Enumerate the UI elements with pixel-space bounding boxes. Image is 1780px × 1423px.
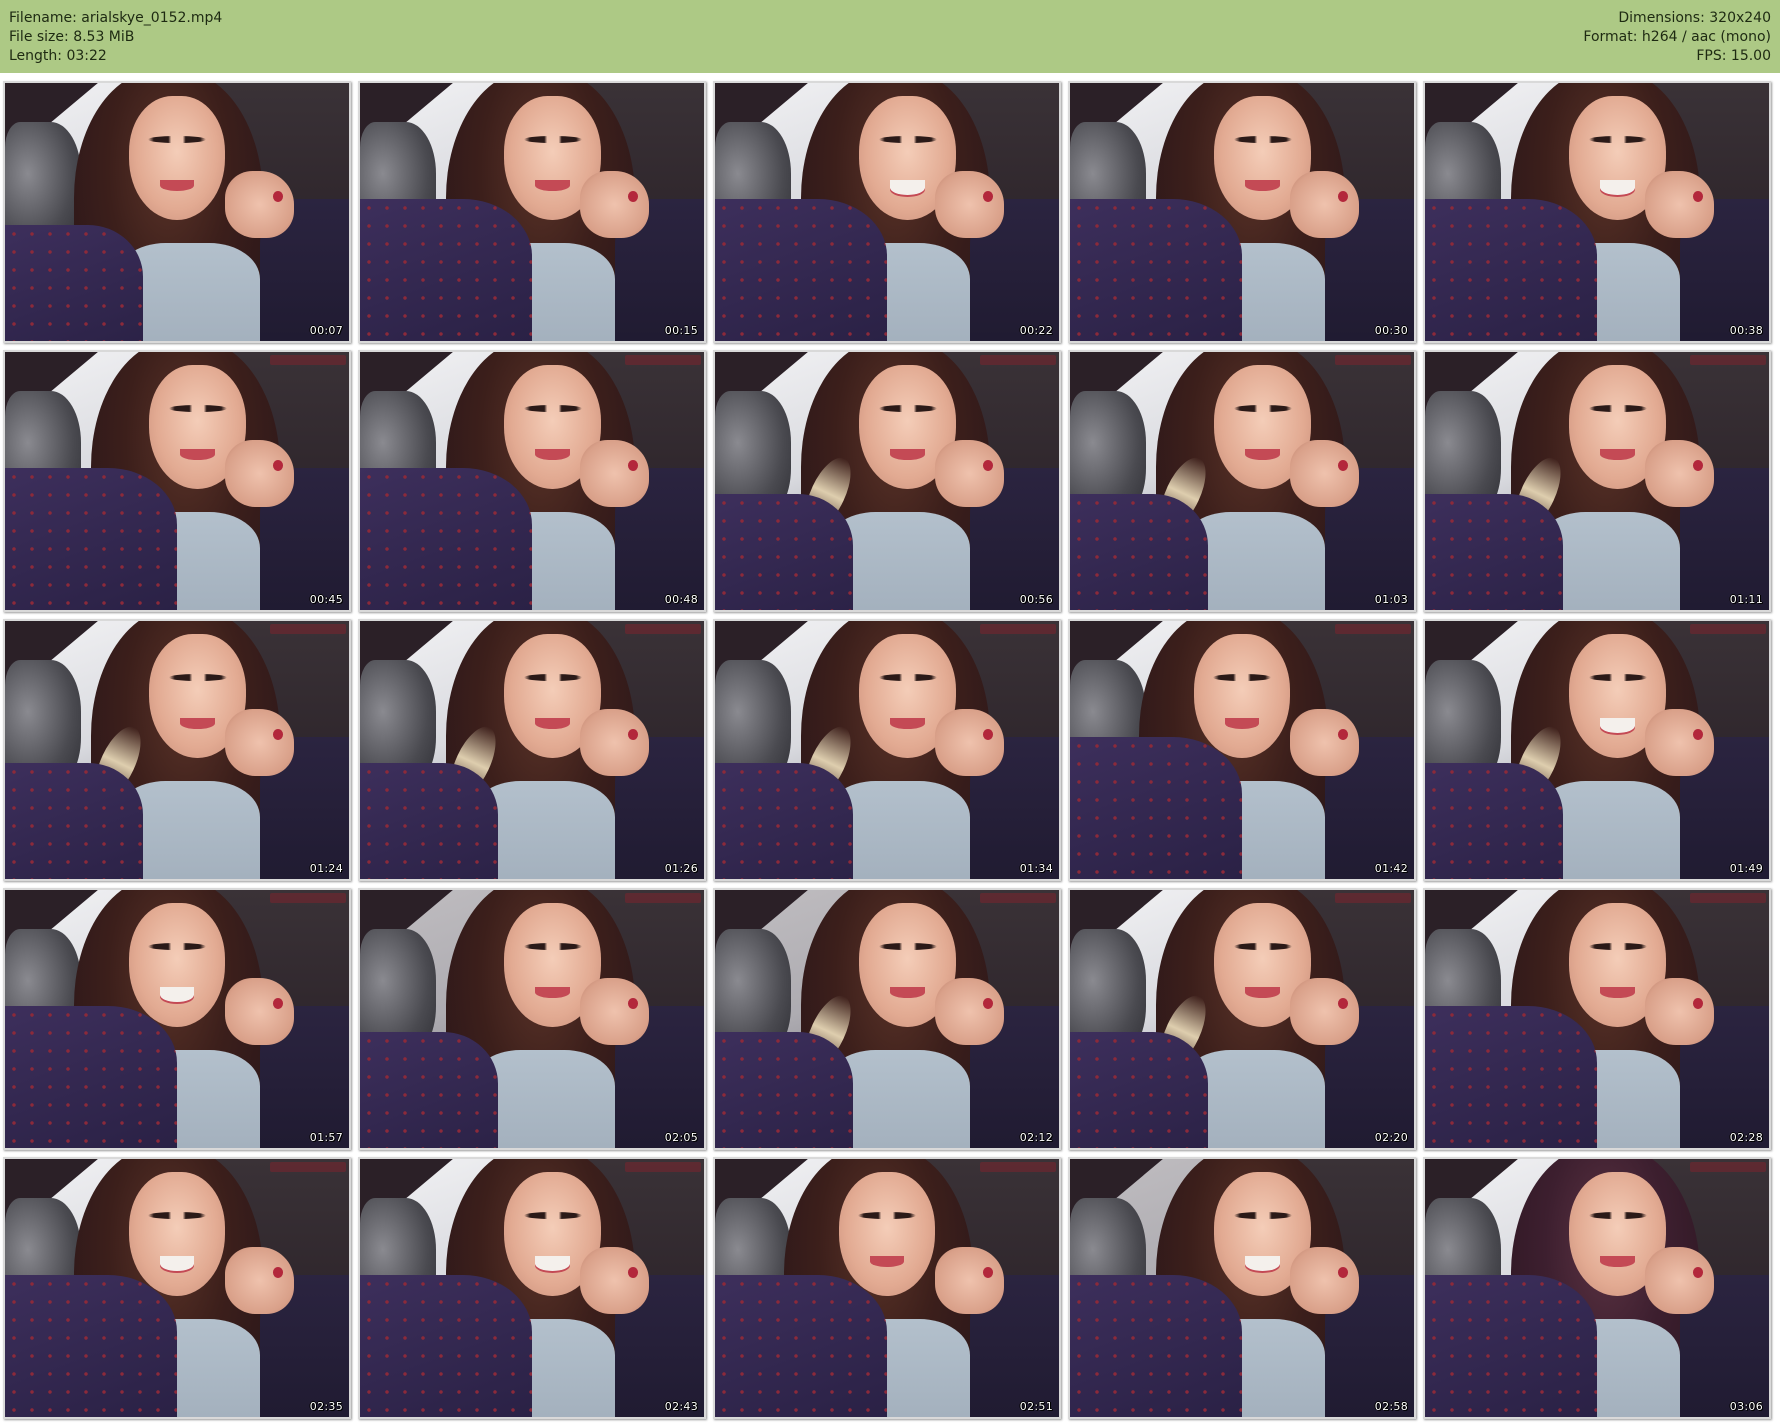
- video-frame-image: [715, 83, 1059, 341]
- video-frame-image: [360, 1159, 704, 1417]
- thumbnail-frame[interactable]: 01:03: [1068, 350, 1416, 612]
- thumbnail-frame[interactable]: 00:48: [358, 350, 706, 612]
- file-info: Filename: arialskye_0152.mp4 File size: …: [9, 9, 222, 66]
- video-frame-image: [5, 352, 349, 610]
- video-frame-image: [1425, 83, 1769, 341]
- info-header: Filename: arialskye_0152.mp4 File size: …: [0, 0, 1780, 73]
- thumbnail-grid: 00:07 00:15 00:22 00:30 00:38 00:45 00:4…: [3, 81, 1777, 1419]
- thumbnail-frame[interactable]: 00:22: [713, 81, 1061, 343]
- video-frame-image: [1425, 352, 1769, 610]
- thumbnail-frame[interactable]: 00:56: [713, 350, 1061, 612]
- dimensions-label: Dimensions: 320x240: [1618, 10, 1771, 26]
- video-frame-image: [1425, 621, 1769, 879]
- timestamp-label: 00:22: [1019, 324, 1053, 337]
- timestamp-label: 02:58: [1374, 1400, 1408, 1413]
- thumbnail-frame[interactable]: 00:07: [3, 81, 351, 343]
- timestamp-label: 01:11: [1729, 593, 1763, 606]
- thumbnail-frame[interactable]: 02:35: [3, 1157, 351, 1419]
- thumbnail-frame[interactable]: 03:06: [1423, 1157, 1771, 1419]
- thumbnail-frame[interactable]: 01:42: [1068, 619, 1416, 881]
- video-frame-image: [5, 621, 349, 879]
- thumbnail-frame[interactable]: 01:34: [713, 619, 1061, 881]
- timestamp-label: 02:43: [664, 1400, 698, 1413]
- timestamp-label: 00:45: [309, 593, 343, 606]
- thumbnail-frame[interactable]: 02:28: [1423, 888, 1771, 1150]
- timestamp-label: 00:48: [664, 593, 698, 606]
- length-label: Length: 03:22: [9, 48, 107, 64]
- video-frame-image: [715, 1159, 1059, 1417]
- timestamp-label: 01:57: [309, 1131, 343, 1144]
- thumbnail-frame[interactable]: 01:24: [3, 619, 351, 881]
- thumbnail-frame[interactable]: 00:45: [3, 350, 351, 612]
- timestamp-label: 01:49: [1729, 862, 1763, 875]
- thumbnail-frame[interactable]: 01:26: [358, 619, 706, 881]
- thumbnail-frame[interactable]: 01:11: [1423, 350, 1771, 612]
- thumbnail-frame[interactable]: 02:43: [358, 1157, 706, 1419]
- thumbnail-frame[interactable]: 01:49: [1423, 619, 1771, 881]
- video-frame-image: [360, 352, 704, 610]
- video-info: Dimensions: 320x240 Format: h264 / aac (…: [1583, 9, 1771, 66]
- filename-label: Filename: arialskye_0152.mp4: [9, 10, 223, 26]
- timestamp-label: 01:03: [1374, 593, 1408, 606]
- timestamp-label: 02:51: [1019, 1400, 1053, 1413]
- timestamp-label: 03:06: [1729, 1400, 1763, 1413]
- video-frame-image: [1425, 890, 1769, 1148]
- video-frame-image: [5, 83, 349, 341]
- video-frame-image: [1425, 1159, 1769, 1417]
- thumbnail-frame[interactable]: 00:30: [1068, 81, 1416, 343]
- timestamp-label: 00:56: [1019, 593, 1053, 606]
- timestamp-label: 02:35: [309, 1400, 343, 1413]
- timestamp-label: 02:20: [1374, 1131, 1408, 1144]
- video-frame-image: [1070, 83, 1414, 341]
- thumbnail-frame[interactable]: 02:58: [1068, 1157, 1416, 1419]
- timestamp-label: 02:12: [1019, 1131, 1053, 1144]
- video-frame-image: [1070, 1159, 1414, 1417]
- video-frame-image: [1070, 621, 1414, 879]
- video-frame-image: [1070, 890, 1414, 1148]
- timestamp-label: 01:24: [309, 862, 343, 875]
- timestamp-label: 00:07: [309, 324, 343, 337]
- thumbnail-frame[interactable]: 00:15: [358, 81, 706, 343]
- timestamp-label: 01:34: [1019, 862, 1053, 875]
- thumbnail-frame[interactable]: 01:57: [3, 888, 351, 1150]
- video-frame-image: [715, 352, 1059, 610]
- timestamp-label: 00:15: [664, 324, 698, 337]
- timestamp-label: 01:26: [664, 862, 698, 875]
- video-frame-image: [360, 83, 704, 341]
- thumbnail-frame[interactable]: 02:51: [713, 1157, 1061, 1419]
- thumbnail-frame[interactable]: 00:38: [1423, 81, 1771, 343]
- video-frame-image: [360, 621, 704, 879]
- timestamp-label: 01:42: [1374, 862, 1408, 875]
- fps-label: FPS: 15.00: [1696, 48, 1771, 64]
- timestamp-label: 02:28: [1729, 1131, 1763, 1144]
- video-frame-image: [1070, 352, 1414, 610]
- thumbnail-frame[interactable]: 02:05: [358, 888, 706, 1150]
- thumbnail-frame[interactable]: 02:12: [713, 888, 1061, 1150]
- video-frame-image: [5, 1159, 349, 1417]
- format-label: Format: h264 / aac (mono): [1583, 29, 1771, 45]
- video-frame-image: [5, 890, 349, 1148]
- thumbnail-frame[interactable]: 02:20: [1068, 888, 1416, 1150]
- timestamp-label: 00:30: [1374, 324, 1408, 337]
- timestamp-label: 00:38: [1729, 324, 1763, 337]
- video-frame-image: [360, 890, 704, 1148]
- file-size-label: File size: 8.53 MiB: [9, 29, 135, 45]
- video-frame-image: [715, 621, 1059, 879]
- video-frame-image: [715, 890, 1059, 1148]
- timestamp-label: 02:05: [664, 1131, 698, 1144]
